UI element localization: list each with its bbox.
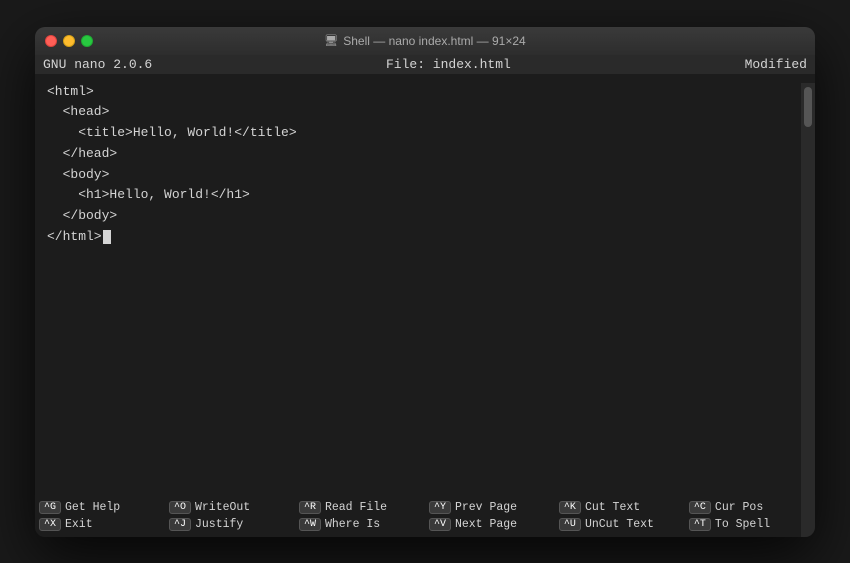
shortcut-key-v: ^V bbox=[429, 518, 451, 531]
traffic-lights bbox=[45, 35, 93, 47]
code-line: <html> bbox=[47, 82, 803, 103]
shortcut-cut-text[interactable]: ^K Cut Text bbox=[555, 499, 685, 516]
code-line: <title>Hello, World!</title> bbox=[47, 123, 803, 144]
shell-icon: 🖥 bbox=[324, 34, 338, 47]
shortcut-key-j: ^J bbox=[169, 518, 191, 531]
shortcut-cur-pos[interactable]: ^C Cur Pos bbox=[685, 499, 815, 516]
code-line: </head> bbox=[47, 144, 803, 165]
shortcut-key-o: ^O bbox=[169, 501, 191, 514]
scrollbar-thumb[interactable] bbox=[804, 87, 812, 127]
shortcut-key-k: ^K bbox=[559, 501, 581, 514]
shortcut-prev-page[interactable]: ^Y Prev Page bbox=[425, 499, 555, 516]
shortcut-writeout[interactable]: ^O WriteOut bbox=[165, 499, 295, 516]
shortcut-label-uncut-text: UnCut Text bbox=[585, 518, 654, 531]
nano-editor-area[interactable]: GNU nano 2.0.6 File: index.html Modified… bbox=[35, 55, 815, 537]
shortcut-key-u: ^U bbox=[559, 518, 581, 531]
shortcut-key-x: ^X bbox=[39, 518, 61, 531]
shortcut-next-page[interactable]: ^V Next Page bbox=[425, 516, 555, 533]
code-line: </body> bbox=[47, 206, 803, 227]
shortcut-uncut-text[interactable]: ^U UnCut Text bbox=[555, 516, 685, 533]
shortcut-label-read-file: Read File bbox=[325, 501, 387, 514]
shortcut-key-r: ^R bbox=[299, 501, 321, 514]
shortcut-key-c: ^C bbox=[689, 501, 711, 514]
shortcut-row-2: ^X Exit ^J Justify ^W Where Is ^V Next P… bbox=[35, 516, 815, 533]
title-bar: 🖥 Shell — nano index.html — 91×24 bbox=[35, 27, 815, 55]
shortcut-label-justify: Justify bbox=[195, 518, 243, 531]
shortcut-label-where-is: Where Is bbox=[325, 518, 380, 531]
shortcut-justify[interactable]: ^J Justify bbox=[165, 516, 295, 533]
shortcut-label-prev-page: Prev Page bbox=[455, 501, 517, 514]
window-title-text: Shell — nano index.html — 91×24 bbox=[343, 34, 525, 48]
shortcut-key-w: ^W bbox=[299, 518, 321, 531]
terminal-window: 🖥 Shell — nano index.html — 91×24 GNU na… bbox=[35, 27, 815, 537]
code-editor[interactable]: <html> <head> <title>Hello, World!</titl… bbox=[35, 74, 815, 495]
code-line-with-cursor: </html> bbox=[47, 227, 803, 248]
shortcut-label-next-page: Next Page bbox=[455, 518, 517, 531]
shortcut-where-is[interactable]: ^W Where Is bbox=[295, 516, 425, 533]
nano-filename: File: index.html bbox=[386, 57, 511, 72]
shortcut-key-y: ^Y bbox=[429, 501, 451, 514]
text-cursor bbox=[103, 230, 111, 244]
minimize-button[interactable] bbox=[63, 35, 75, 47]
code-line: <head> bbox=[47, 102, 803, 123]
shortcut-get-help[interactable]: ^G Get Help bbox=[35, 499, 165, 516]
shortcut-label-cut-text: Cut Text bbox=[585, 501, 640, 514]
scrollbar[interactable] bbox=[801, 83, 815, 537]
shortcut-to-spell[interactable]: ^T To Spell bbox=[685, 516, 815, 533]
code-line: <h1>Hello, World!</h1> bbox=[47, 185, 803, 206]
nano-header-bar: GNU nano 2.0.6 File: index.html Modified bbox=[35, 55, 815, 74]
shortcut-row-1: ^G Get Help ^O WriteOut ^R Read File ^Y … bbox=[35, 499, 815, 516]
maximize-button[interactable] bbox=[81, 35, 93, 47]
nano-version: GNU nano 2.0.6 bbox=[43, 57, 152, 72]
shortcut-label-exit: Exit bbox=[65, 518, 93, 531]
shortcut-label-to-spell: To Spell bbox=[715, 518, 770, 531]
shortcut-label-cur-pos: Cur Pos bbox=[715, 501, 763, 514]
nano-shortcuts-bar: ^G Get Help ^O WriteOut ^R Read File ^Y … bbox=[35, 495, 815, 537]
shortcut-label-writeout: WriteOut bbox=[195, 501, 250, 514]
shortcut-key-t: ^T bbox=[689, 518, 711, 531]
window-title: 🖥 Shell — nano index.html — 91×24 bbox=[324, 34, 525, 48]
shortcut-exit[interactable]: ^X Exit bbox=[35, 516, 165, 533]
shortcut-label-get-help: Get Help bbox=[65, 501, 120, 514]
shortcut-key-g: ^G bbox=[39, 501, 61, 514]
close-button[interactable] bbox=[45, 35, 57, 47]
nano-modified-status: Modified bbox=[745, 57, 807, 72]
code-line: <body> bbox=[47, 165, 803, 186]
shortcut-read-file[interactable]: ^R Read File bbox=[295, 499, 425, 516]
